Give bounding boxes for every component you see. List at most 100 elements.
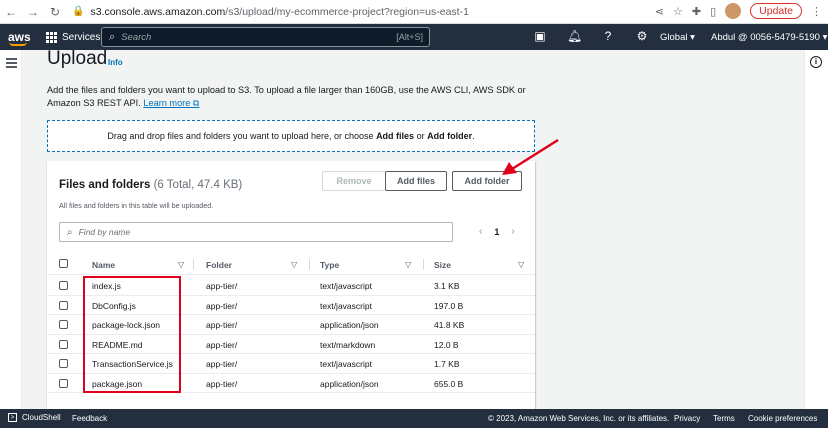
address-bar[interactable]: s3.console.aws.amazon.com/s3/upload/my-e…	[90, 6, 468, 18]
hamburger-menu-icon[interactable]	[6, 58, 17, 70]
filter-placeholder: Find by name	[78, 227, 131, 237]
pagination: ‹ 1 ›	[479, 226, 515, 237]
profile-avatar[interactable]	[725, 3, 742, 19]
external-link-icon: ⧉	[192, 98, 200, 108]
cloudshell-label: CloudShell	[22, 413, 61, 422]
file-type: application/json	[320, 378, 379, 389]
drop-prefix: Drag and drop files and folders you want…	[107, 131, 377, 141]
services-menu[interactable]: Services	[46, 31, 100, 43]
privacy-link[interactable]: Privacy	[674, 414, 700, 423]
drop-suffix: .	[472, 131, 475, 141]
search-placeholder: Search	[121, 31, 152, 43]
files-subtitle: All files and folders in this table will…	[59, 201, 214, 210]
add-files-button[interactable]: Add files	[385, 171, 447, 191]
drop-or: or	[414, 131, 428, 141]
region-selector[interactable]: Global ▾	[660, 32, 695, 43]
learn-more-link[interactable]: Learn more ⧉	[143, 98, 199, 108]
drop-zone[interactable]: Drag and drop files and folders you want…	[47, 120, 535, 152]
row-checkbox[interactable]	[59, 320, 68, 329]
browser-toolbar: ← → ↻ 🔒 s3.console.aws.amazon.com/s3/upl…	[0, 0, 828, 24]
file-size: 41.8 KB	[434, 320, 465, 330]
bookmark-star-icon[interactable]: ☆	[673, 5, 683, 18]
url-host: s3.console.aws.amazon.com	[90, 5, 226, 18]
cloudshell-link[interactable]: > CloudShell	[8, 413, 61, 422]
file-folder: app-tier/	[206, 281, 238, 291]
sort-size-icon[interactable]: ▽	[518, 260, 524, 269]
back-icon[interactable]: ←	[0, 5, 22, 19]
search-icon: ⌕	[67, 226, 73, 238]
sidepanel-icon[interactable]: ▯	[710, 5, 716, 18]
drop-add-files: Add files	[376, 131, 415, 141]
terminal-icon: >	[8, 413, 17, 422]
file-folder: app-tier/	[206, 378, 238, 389]
forward-icon[interactable]: →	[22, 5, 44, 19]
sort-folder-icon[interactable]: ▽	[291, 260, 297, 269]
column-type[interactable]: Type	[320, 260, 339, 270]
file-size: 1.7 KB	[434, 359, 460, 369]
column-name[interactable]: Name	[92, 260, 115, 270]
file-size: 655.0 B	[434, 378, 464, 389]
select-all-checkbox[interactable]	[59, 259, 68, 268]
info-link[interactable]: Info	[108, 58, 123, 67]
settings-gear-icon[interactable]: ⚙	[635, 29, 649, 43]
extensions-icon[interactable]: ✚	[692, 5, 701, 18]
console-footer: > CloudShell Feedback © 2023, Amazon Web…	[0, 409, 828, 428]
page-number[interactable]: 1	[494, 227, 499, 237]
remove-button[interactable]: Remove	[322, 171, 386, 191]
feedback-link[interactable]: Feedback	[72, 414, 107, 423]
lock-icon[interactable]: 🔒	[72, 6, 84, 17]
row-checkbox[interactable]	[59, 359, 68, 368]
update-button[interactable]: Update	[750, 3, 802, 19]
next-page-icon[interactable]: ›	[511, 226, 514, 237]
info-panel-icon[interactable]: i	[810, 56, 822, 68]
aws-top-nav: aws Services ⌕ Search [Alt+S] ▣ 🔔︎ ? ⚙ G…	[0, 24, 828, 50]
notifications-icon[interactable]: 🔔︎	[567, 29, 582, 43]
share-icon[interactable]: ⋖	[655, 5, 664, 18]
url-path: /s3/upload/my-ecommerce-project?region=u…	[225, 5, 469, 18]
files-count: (6 Total, 47.4 KB)	[153, 179, 243, 191]
file-folder: app-tier/	[206, 300, 238, 311]
file-type: text/javascript	[320, 281, 372, 291]
drop-add-folder: Add folder	[427, 131, 473, 141]
row-checkbox[interactable]	[59, 339, 68, 349]
previous-page-icon[interactable]: ‹	[479, 226, 482, 237]
sort-type-icon[interactable]: ▽	[405, 260, 411, 269]
files-panel-title: Files and folders (6 Total, 47.4 KB)	[59, 179, 242, 191]
account-menu[interactable]: Abdul @ 0056-5479-5190 ▾	[711, 32, 827, 43]
kebab-menu-icon[interactable]: ⋮	[811, 5, 822, 18]
search-icon: ⌕	[109, 30, 116, 43]
row-checkbox[interactable]	[59, 300, 68, 310]
search-input[interactable]: ⌕ Search [Alt+S]	[101, 27, 430, 47]
aws-logo[interactable]: aws	[8, 31, 32, 46]
terms-link[interactable]: Terms	[713, 414, 735, 423]
page-description: Add the files and folders you want to up…	[47, 84, 547, 110]
file-type: text/markdown	[320, 339, 376, 350]
file-type: text/javascript	[320, 359, 372, 369]
files-title: Files and folders	[59, 179, 151, 191]
file-size: 12.0 B	[434, 339, 459, 350]
description-text: Add the files and folders you want to up…	[47, 85, 526, 108]
table-header: Name ▽ Folder ▽ Type ▽ Size ▽	[47, 254, 535, 275]
grid-icon	[46, 31, 57, 43]
file-folder: app-tier/	[206, 339, 238, 350]
row-checkbox[interactable]	[59, 378, 68, 388]
file-type: text/javascript	[320, 300, 372, 311]
file-folder: app-tier/	[206, 320, 238, 330]
reload-icon[interactable]: ↻	[44, 5, 66, 19]
annotation-highlight-box	[83, 276, 181, 393]
file-size: 3.1 KB	[434, 281, 460, 291]
cookie-preferences-link[interactable]: Cookie preferences	[748, 414, 817, 423]
search-shortcut: [Alt+S]	[396, 32, 423, 42]
find-by-name-input[interactable]: ⌕ Find by name	[59, 222, 453, 242]
column-folder[interactable]: Folder	[206, 260, 232, 270]
file-folder: app-tier/	[206, 359, 238, 369]
column-size[interactable]: Size	[434, 260, 451, 270]
row-checkbox[interactable]	[59, 281, 68, 290]
sort-name-icon[interactable]: ▽	[178, 260, 184, 269]
file-size: 197.0 B	[434, 300, 464, 311]
help-icon[interactable]: ?	[601, 29, 615, 43]
add-folder-button[interactable]: Add folder	[452, 171, 522, 191]
cloudshell-icon[interactable]: ▣	[533, 29, 547, 43]
page-title: Upload	[47, 48, 108, 69]
left-rail	[0, 50, 22, 410]
